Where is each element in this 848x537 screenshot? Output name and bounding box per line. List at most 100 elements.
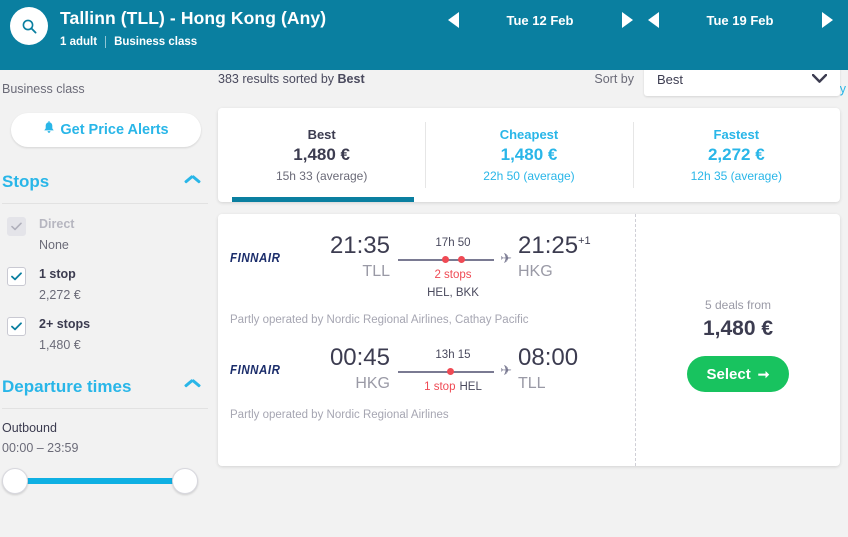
stops-line-return: 1 stop HEL (394, 380, 512, 395)
plane-icon: ✈ (500, 250, 512, 266)
slider-label-outbound: Outbound (2, 420, 57, 435)
chevron-right-icon (621, 12, 633, 28)
route-line-return: ✈ (394, 362, 512, 379)
slider-handle-max[interactable] (172, 467, 198, 494)
stops-filter-header[interactable]: Stops (0, 169, 218, 195)
arrival-time-outbound: 21:25+1 (518, 232, 594, 260)
departure-block-return: 00:45 HKG (308, 344, 394, 393)
price-alerts-label: Get Price Alerts (60, 122, 169, 138)
departure-times-filter-header[interactable]: Departure times (0, 374, 218, 400)
operated-by-outbound: Partly operated by Nordic Regional Airli… (230, 314, 529, 326)
chevron-right-icon (821, 12, 833, 28)
stops-option-direct[interactable]: Direct None (2, 216, 218, 252)
chevron-left-icon (447, 12, 459, 28)
checkbox-1-stop[interactable] (7, 266, 26, 286)
finnair-logo: FINNAIR (230, 363, 281, 377)
option-label-direct: Direct (39, 217, 75, 231)
arrival-block-return: 08:00 TLL (512, 344, 598, 393)
stops-option-2-plus-stops[interactable]: 2+ stops 1,480 € (2, 316, 218, 352)
duration-outbound: 17h 50 (435, 237, 471, 249)
stop-codes-return: HEL (459, 381, 482, 393)
deals-panel: 5 deals from 1,480 € Select ➞ (635, 214, 840, 466)
stops-option-list: Direct None 1 stop 2,272 € 2+ stops 1,48… (0, 204, 218, 352)
stop-dot (458, 256, 465, 264)
tab-cheapest-price: 1,480 € (500, 145, 558, 164)
app-header: Tallinn (TLL) - Hong Kong (Any) 1 adult … (0, 0, 848, 70)
arrival-day-offset: +1 (578, 235, 591, 247)
checkbox-direct[interactable] (7, 217, 26, 236)
return-prev-day-button[interactable] (640, 7, 666, 33)
airline-logo-outbound: FINNAIR (230, 232, 308, 267)
results-content: 383 results sorted by Best Sort by Best … (218, 62, 848, 466)
option-label-1-stop: 1 stop (39, 266, 76, 281)
route-title: Tallinn (TLL) - Hong Kong (Any) (60, 8, 327, 28)
outbound-date-group: Tue 12 Feb (440, 4, 640, 36)
route-subtitle: 1 adult Business class (60, 35, 326, 49)
tab-fastest-label: Fastest (713, 127, 760, 142)
check-icon (11, 222, 22, 231)
departure-time-value: 21:35 (329, 232, 390, 259)
option-price-2-plus-stops: 1,480 € (39, 337, 81, 352)
select-button[interactable]: Select ➞ (687, 356, 789, 392)
departure-time-outbound: 21:35 (308, 232, 390, 260)
stop-dot (447, 368, 454, 376)
sort-by-label: Sort by (594, 72, 634, 86)
outbound-prev-day-button[interactable] (440, 7, 466, 33)
search-icon (21, 18, 38, 35)
sort-by-value: Best (657, 71, 684, 87)
flight-leg-return: FINNAIR 00:45 HKG 13h 15 ✈ 1 stop HEL 08… (218, 344, 635, 395)
tab-best-price: 1,480 € (293, 145, 351, 164)
outbound-next-day-button[interactable] (614, 7, 640, 33)
airline-logo-return: FINNAIR (230, 344, 308, 379)
checkbox-2-plus-stops[interactable] (7, 316, 26, 336)
outbound-time-slider-block: Outbound 00:00 – 23:59 (0, 409, 218, 494)
arrival-airport-return: TLL (518, 375, 546, 392)
stops-option-1-stop[interactable]: 1 stop 2,272 € (2, 266, 218, 302)
arrival-airport-outbound: HKG (518, 263, 553, 280)
tab-fastest[interactable]: Fastest 2,272 € 12h 35 (average) (632, 108, 840, 202)
tab-best-average: 15h 33 (average) (275, 169, 368, 183)
stop-count-outbound: 2 stops (434, 269, 472, 281)
route-middle-outbound: 17h 50 ✈ 2 stops HEL, BKK (394, 232, 512, 300)
chevron-left-icon (647, 12, 659, 28)
deals-price: 1,480 € (702, 317, 774, 340)
slider-range-outbound: 00:00 – 23:59 (2, 440, 79, 455)
tab-fastest-price: 2,272 € (707, 145, 765, 164)
option-price-direct: None (39, 237, 69, 252)
finnair-logo: FINNAIR (230, 251, 281, 265)
passenger-count: 1 adult (60, 36, 98, 48)
tab-cheapest-label: Cheapest (499, 127, 559, 142)
get-price-alerts-button[interactable]: Get Price Alerts (11, 113, 201, 147)
search-button[interactable] (10, 7, 48, 45)
check-icon (11, 272, 22, 281)
sort-tabs: Best 1,480 € 15h 33 (average) Cheapest 1… (218, 108, 840, 202)
active-tab-indicator (232, 197, 414, 202)
tab-fastest-average: 12h 35 (average) (690, 169, 783, 183)
departure-airport-return: HKG (355, 375, 390, 392)
route-bar (398, 371, 494, 373)
return-date-label[interactable]: Tue 19 Feb (666, 13, 814, 28)
tab-best[interactable]: Best 1,480 € 15h 33 (average) (218, 108, 425, 202)
departure-time-return: 00:45 (308, 344, 390, 372)
chevron-up-icon[interactable] (185, 178, 200, 187)
return-next-day-button[interactable] (814, 7, 840, 33)
tab-cheapest[interactable]: Cheapest 1,480 € 22h 50 (average) (425, 108, 632, 202)
chevron-down-icon (811, 70, 828, 88)
plane-icon: ✈ (500, 362, 512, 378)
arrival-time-value: 21:25 (518, 232, 579, 259)
stops-line-outbound: 2 stops (394, 268, 512, 283)
cabin-class-text: Business class (2, 82, 85, 96)
arrival-time-return: 08:00 (518, 344, 594, 372)
outbound-date-label[interactable]: Tue 12 Feb (466, 13, 614, 28)
deals-count-label: 5 deals from (704, 298, 772, 312)
slider-handle-min[interactable] (2, 467, 28, 494)
flight-result-card[interactable]: FINNAIR 21:35 TLL 17h 50 ✈ 2 stops HEL, … (218, 214, 840, 466)
route-middle-return: 13h 15 ✈ 1 stop HEL (394, 344, 512, 395)
outbound-time-range-slider[interactable] (2, 467, 198, 494)
bell-icon (43, 120, 55, 140)
flight-legs: FINNAIR 21:35 TLL 17h 50 ✈ 2 stops HEL, … (218, 214, 635, 466)
option-label-2-plus-stops: 2+ stops (39, 316, 91, 331)
arrival-block-outbound: 21:25+1 HKG (512, 232, 598, 281)
route-line-outbound: ✈ (394, 250, 512, 267)
chevron-up-icon[interactable] (185, 382, 200, 391)
